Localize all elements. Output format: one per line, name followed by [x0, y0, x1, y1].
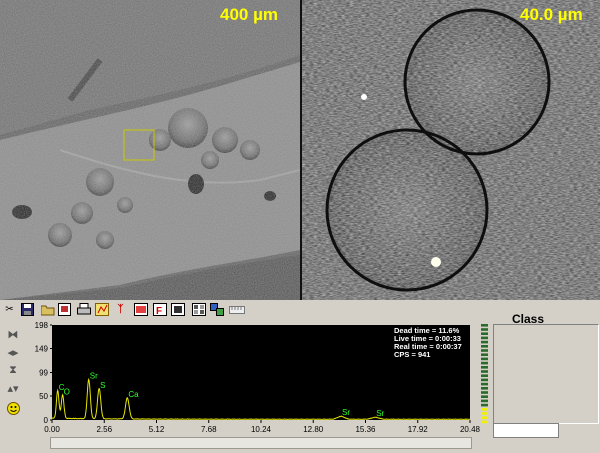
x-tick-label: 5.12 [149, 425, 165, 434]
level-meter-segment [481, 357, 488, 361]
frame-icon[interactable] [170, 302, 185, 317]
level-meter-segment [481, 382, 488, 386]
x-tick-label: 15.36 [355, 425, 376, 434]
x-tick-label: 10.24 [251, 425, 272, 434]
level-meter-segment [481, 328, 488, 331]
level-meter-segment [481, 408, 488, 411]
image-icon[interactable] [57, 302, 72, 317]
class-panel: Class [480, 308, 600, 450]
palette-icon[interactable] [191, 302, 206, 317]
level-meter-segment [481, 332, 488, 335]
x-tick-label: 17.92 [408, 425, 429, 434]
x-tick-label: 0.00 [44, 425, 60, 434]
level-meter-segment [481, 349, 488, 352]
peak-label: Sr [90, 372, 98, 381]
level-meter-segment [481, 353, 488, 356]
x-tick-label: 12.80 [303, 425, 324, 434]
peak-label: S [100, 381, 105, 390]
stat-cps: CPS = 941 [394, 350, 430, 359]
level-meter-segment [481, 399, 488, 403]
collapse-horizontal-icon[interactable]: ⧓ [4, 326, 22, 342]
x-tick-label: 2.56 [96, 425, 112, 434]
level-meter-segment [481, 374, 488, 377]
eds-spectrum[interactable]: 198 149 99 50 0 0.00 2.56 5.12 7.68 10.24 12.80 15… [22, 321, 481, 448]
peak-label: Sr [376, 409, 384, 418]
level-meter-segment [481, 370, 488, 373]
y-tick-label: 50 [39, 392, 48, 401]
spectrum-red-icon[interactable] [133, 302, 148, 317]
level-meter-segment [481, 345, 488, 348]
scale-label-right: 40.0 µm [520, 5, 583, 24]
y-tick-label: 149 [35, 345, 49, 354]
ruler-icon[interactable] [228, 302, 246, 317]
collapse-vertical-icon[interactable]: ⧗ [4, 362, 22, 378]
level-meter-segment [481, 378, 488, 382]
peak-label: O [64, 387, 70, 396]
level-meter-segment [481, 361, 488, 365]
level-meter-segment [481, 420, 488, 424]
y-tick-label: 198 [35, 322, 49, 330]
level-meter-segment [481, 412, 488, 415]
sem-image-left: 400 µm [0, 0, 300, 300]
level-meter-segment [481, 395, 488, 398]
level-meter-segment [481, 324, 488, 327]
spectrum-scrollbar[interactable] [50, 437, 472, 449]
level-meter-segment [481, 336, 488, 340]
x-tick-label: 20.48 [460, 425, 480, 434]
font-red-icon[interactable]: F [152, 302, 167, 317]
chart-icon[interactable] [94, 302, 109, 317]
marker-icon[interactable]: ᛉ [113, 302, 128, 317]
scissors-icon[interactable]: ✂ [2, 302, 17, 317]
expand-vertical-icon[interactable]: ▴▾ [4, 380, 22, 396]
y-tick-label: 0 [44, 416, 49, 425]
level-meter-segment [481, 340, 488, 344]
level-meter [480, 324, 490, 428]
level-meter-segment [481, 387, 488, 390]
transfer-icon[interactable] [209, 302, 224, 317]
class-input[interactable] [493, 423, 559, 438]
sem-image-right: 40.0 µm [302, 0, 600, 300]
spectrum-side-controls: ⧓ ◂▸ ⧗ ▴▾ [4, 326, 22, 426]
level-meter-segment [481, 366, 488, 369]
print-icon[interactable] [76, 302, 91, 317]
expand-horizontal-icon[interactable]: ◂▸ [4, 344, 22, 360]
peak-label: Sr [342, 408, 350, 417]
level-meter-segment [481, 391, 488, 394]
scale-label-left: 400 µm [220, 5, 278, 24]
peak-label: Ca [128, 390, 139, 399]
svg-text:F: F [156, 306, 162, 316]
toolbar: ✂ ᛉ F [0, 300, 250, 320]
open-icon[interactable] [40, 302, 55, 317]
x-tick-label: 7.68 [201, 425, 217, 434]
class-list[interactable] [493, 324, 599, 424]
level-meter-segment [481, 403, 488, 407]
smiley-icon[interactable] [4, 400, 22, 416]
y-tick-label: 99 [39, 369, 48, 378]
save-icon[interactable] [20, 302, 35, 317]
level-meter-segment [481, 416, 488, 419]
